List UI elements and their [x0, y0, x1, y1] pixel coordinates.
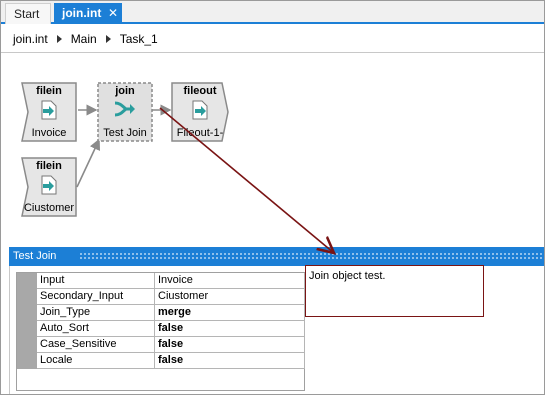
property-row[interactable]: Secondary_Input Ciustomer — [37, 289, 305, 305]
join-arrow-icon — [114, 101, 135, 117]
chevron-right-icon — [105, 34, 111, 43]
file-arrow-in-icon — [41, 100, 57, 120]
breadcrumb-item-main[interactable]: Main — [71, 32, 97, 46]
property-value[interactable]: false — [155, 353, 305, 369]
file-arrow-in-icon — [41, 175, 57, 195]
node-name-label: Ciustomer — [23, 202, 75, 214]
node-fileout[interactable]: fileout Fileout-1- — [171, 82, 229, 142]
comment-text: Join object test. — [309, 270, 386, 282]
tab-start-label: Start — [14, 7, 40, 21]
node-name-label: Test Join — [103, 127, 147, 139]
connector-lines — [76, 104, 172, 188]
node-type-label: filein — [36, 160, 62, 172]
property-value[interactable]: merge — [155, 305, 305, 321]
property-value[interactable]: false — [155, 321, 305, 337]
property-name: Secondary_Input — [37, 289, 155, 305]
property-value[interactable]: Invoice — [155, 273, 305, 289]
close-icon[interactable]: ✕ — [108, 3, 118, 23]
tab-join-int[interactable]: join.int ✕ — [54, 3, 122, 24]
property-name: Locale — [37, 353, 155, 369]
panel-title: Test Join — [13, 250, 57, 262]
node-type-label: fileout — [183, 85, 217, 97]
breadcrumb: join.int Main Task_1 — [1, 25, 544, 53]
property-name: Join_Type — [37, 305, 155, 321]
property-name: Input — [37, 273, 155, 289]
node-join-test-join[interactable]: join Test Join — [97, 82, 153, 142]
flow-canvas[interactable]: filein Invoice join Test Join fileout Fi… — [1, 54, 544, 244]
property-row[interactable]: Locale false — [37, 353, 305, 369]
node-filein-ciustomer[interactable]: filein Ciustomer — [21, 157, 77, 217]
property-row[interactable]: Auto_Sort false — [37, 321, 305, 337]
property-value[interactable]: Ciustomer — [155, 289, 305, 305]
property-value[interactable]: false — [155, 337, 305, 353]
tab-strip: Start join.int ✕ — [1, 1, 544, 24]
property-row[interactable]: Case_Sensitive false — [37, 337, 305, 353]
property-row[interactable]: Join_Type merge — [37, 305, 305, 321]
grip-dots — [79, 252, 542, 261]
comment-box[interactable]: Join object test. — [305, 265, 484, 317]
node-name-label: Invoice — [31, 127, 67, 139]
panel-title-bar[interactable]: Test Join — [9, 247, 544, 266]
property-name: Auto_Sort — [37, 321, 155, 337]
property-row[interactable]: Input Invoice — [37, 273, 305, 289]
breadcrumb-item-file[interactable]: join.int — [13, 32, 48, 46]
node-name-label: Fileout-1- — [176, 127, 224, 139]
properties-grid: Input Invoice Secondary_Input Ciustomer … — [16, 272, 305, 391]
tab-start[interactable]: Start — [5, 3, 51, 24]
node-filein-invoice[interactable]: filein Invoice — [21, 82, 77, 142]
property-name: Case_Sensitive — [37, 337, 155, 353]
node-type-label: filein — [36, 85, 62, 97]
file-arrow-out-icon — [192, 100, 208, 120]
tab-join-int-label: join.int — [62, 6, 102, 20]
node-type-label: join — [115, 85, 135, 97]
row-header-gutter — [17, 273, 37, 369]
grid-empty-area — [17, 369, 304, 390]
chevron-right-icon — [56, 34, 62, 43]
breadcrumb-item-task[interactable]: Task_1 — [120, 32, 158, 46]
